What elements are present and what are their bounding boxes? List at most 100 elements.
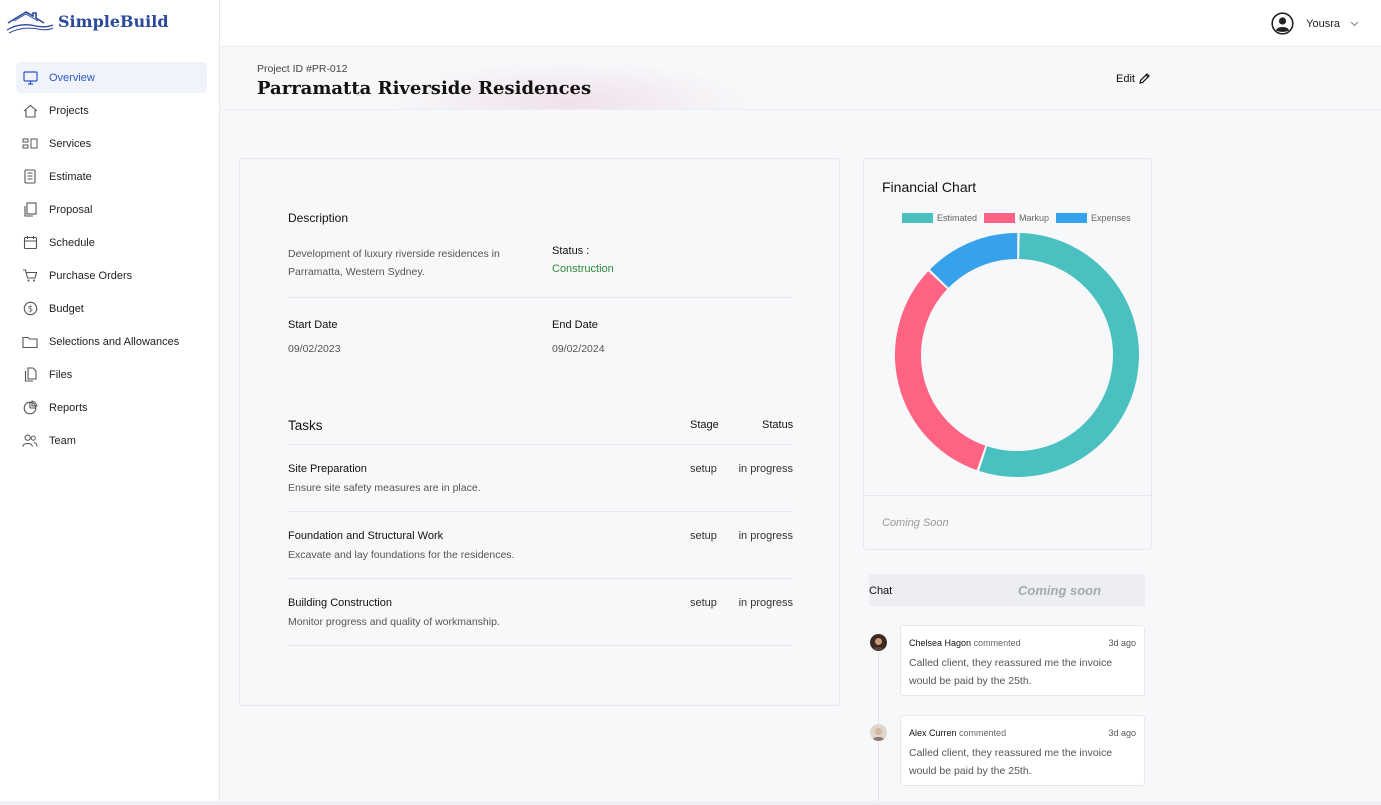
chat-comment: Alex Curren commented 3d ago Called clie… bbox=[900, 715, 1145, 786]
task-status: in progress bbox=[738, 530, 793, 542]
edit-label: Edit bbox=[1116, 72, 1135, 85]
monitor-icon bbox=[22, 70, 38, 86]
comment-verb: commented bbox=[959, 728, 1007, 738]
dollar-icon: $ bbox=[22, 301, 38, 317]
project-details-card: Description Development of luxury rivers… bbox=[239, 158, 840, 706]
coming-soon-label: Coming Soon bbox=[882, 517, 949, 529]
task-status: in progress bbox=[738, 597, 793, 609]
task-stage: setup bbox=[690, 597, 717, 609]
page-header: Project ID #PR-012 Parramatta Riverside … bbox=[220, 48, 1381, 110]
doughnut-slice-markup[interactable] bbox=[895, 271, 986, 471]
legend-label: Expenses bbox=[1091, 213, 1131, 223]
files-icon bbox=[22, 367, 38, 383]
task-stage: setup bbox=[690, 463, 717, 475]
divider bbox=[864, 495, 1151, 496]
comment-author-line: Alex Curren commented bbox=[909, 728, 1006, 738]
chevron-down-icon bbox=[1350, 21, 1359, 26]
folder-icon bbox=[22, 334, 38, 350]
bottom-strip bbox=[0, 801, 1381, 805]
top-bar: Yousra bbox=[220, 0, 1381, 47]
sidebar-item-estimate[interactable]: Estimate bbox=[16, 161, 207, 192]
task-description: Excavate and lay foundations for the res… bbox=[288, 549, 515, 561]
sidebar-item-team[interactable]: Team bbox=[16, 425, 207, 456]
doughnut-chart bbox=[895, 233, 1139, 477]
sidebar-item-label: Proposal bbox=[49, 203, 93, 216]
task-row[interactable]: Building Construction Monitor progress a… bbox=[288, 579, 793, 646]
legend-label: Markup bbox=[1019, 213, 1050, 223]
comment-time: 3d ago bbox=[1108, 728, 1136, 738]
comment-author: Alex Curren bbox=[909, 728, 957, 738]
sidebar-item-budget[interactable]: $ Budget bbox=[16, 293, 207, 324]
sidebar-item-label: Services bbox=[49, 137, 92, 150]
edit-button[interactable]: Edit bbox=[1116, 72, 1151, 85]
column-header-stage: Stage bbox=[690, 419, 719, 431]
comment-body: Called client, they reassured me the inv… bbox=[909, 657, 1113, 687]
sidebar-item-label: Selections and Allowances bbox=[49, 335, 180, 348]
doughnut-slice-expenses[interactable] bbox=[929, 233, 1018, 289]
legend-item-expenses[interactable]: Expenses bbox=[1056, 213, 1131, 223]
svg-text:$: $ bbox=[27, 305, 32, 315]
sidebar-item-proposal[interactable]: Proposal bbox=[16, 194, 207, 225]
pencil-icon bbox=[1139, 73, 1150, 84]
calculator-icon bbox=[22, 169, 38, 185]
sidebar-item-projects[interactable]: Projects bbox=[16, 95, 207, 126]
documents-icon bbox=[22, 202, 38, 218]
tasks-title: Tasks bbox=[288, 418, 323, 433]
sidebar-item-label: Overview bbox=[49, 71, 95, 84]
doughnut-slice-estimated[interactable] bbox=[979, 233, 1139, 477]
chart-legend: Estimated Markup Expenses bbox=[902, 213, 1138, 223]
avatar bbox=[870, 724, 887, 741]
comment-author: Chelsea Hagon bbox=[909, 638, 972, 648]
team-icon bbox=[22, 433, 38, 449]
financial-chart-title: Financial Chart bbox=[882, 179, 977, 195]
legend-label: Estimated bbox=[937, 213, 978, 223]
sidebar-item-label: Schedule bbox=[49, 236, 95, 249]
user-avatar-icon bbox=[1271, 12, 1294, 35]
comment-verb: commented bbox=[973, 638, 1021, 648]
sidebar-item-services[interactable]: Services bbox=[16, 128, 207, 159]
sidebar-item-label: Projects bbox=[49, 104, 89, 117]
legend-swatch bbox=[984, 213, 1016, 223]
sidebar-item-schedule[interactable]: Schedule bbox=[16, 227, 207, 258]
sidebar-item-reports[interactable]: Reports bbox=[16, 392, 207, 423]
end-date-value: 09/02/2024 bbox=[552, 343, 605, 355]
divider bbox=[288, 297, 793, 298]
financial-chart-card: Financial Chart Estimated Markup Expense… bbox=[863, 158, 1152, 550]
sidebar: SimpleBuild Overview Projects Services E… bbox=[0, 0, 220, 805]
comment-time: 3d ago bbox=[1108, 638, 1136, 648]
task-row[interactable]: Foundation and Structural Work Excavate … bbox=[288, 512, 793, 579]
task-row[interactable]: Site Preparation Ensure site safety meas… bbox=[288, 445, 793, 512]
task-name: Building Construction bbox=[288, 597, 392, 609]
pie-chart-icon bbox=[22, 400, 38, 416]
user-name: Yousra bbox=[1306, 17, 1340, 30]
chat-label: Chat bbox=[869, 585, 893, 597]
legend-swatch bbox=[1056, 213, 1088, 223]
column-header-status: Status bbox=[762, 419, 794, 431]
sidebar-item-files[interactable]: Files bbox=[16, 359, 207, 390]
description-heading: Description bbox=[288, 211, 349, 225]
chat-comment: Chelsea Hagon commented 3d ago Called cl… bbox=[900, 625, 1145, 696]
legend-item-markup[interactable]: Markup bbox=[984, 213, 1049, 223]
sidebar-item-selections-and-allowances[interactable]: Selections and Allowances bbox=[16, 326, 207, 357]
start-date-value: 09/02/2023 bbox=[288, 343, 341, 355]
app-logo[interactable]: SimpleBuild bbox=[6, 8, 169, 34]
start-date-label: Start Date bbox=[288, 319, 338, 331]
comment-author-line: Chelsea Hagon commented bbox=[909, 638, 1021, 648]
sidebar-item-purchase-orders[interactable]: Purchase Orders bbox=[16, 260, 207, 291]
sidebar-item-label: Reports bbox=[49, 401, 88, 414]
comment-body: Called client, they reassured me the inv… bbox=[909, 747, 1113, 777]
legend-swatch bbox=[902, 213, 933, 223]
sidebar-item-overview[interactable]: Overview bbox=[16, 62, 207, 93]
legend-item-estimated[interactable]: Estimated bbox=[902, 213, 977, 223]
task-description: Ensure site safety measures are in place… bbox=[288, 482, 481, 494]
project-id: Project ID #PR-012 bbox=[257, 63, 348, 75]
services-icon bbox=[22, 136, 38, 152]
chat-coming-soon: Coming soon bbox=[1018, 583, 1102, 598]
user-menu[interactable]: Yousra bbox=[1271, 12, 1359, 35]
description-text: Development of luxury riverside residenc… bbox=[288, 248, 500, 278]
task-status: in progress bbox=[738, 463, 793, 475]
sidebar-nav: Overview Projects Services Estimate Prop… bbox=[16, 62, 207, 458]
cart-icon bbox=[22, 268, 38, 284]
home-icon bbox=[22, 103, 38, 119]
sidebar-item-label: Purchase Orders bbox=[49, 269, 133, 282]
